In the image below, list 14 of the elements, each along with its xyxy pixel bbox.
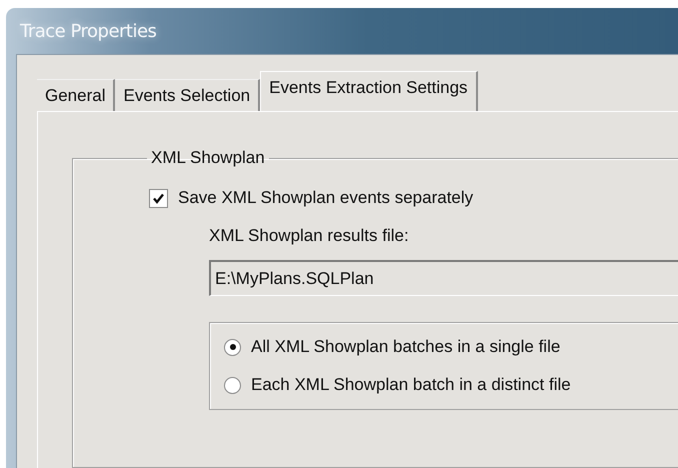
group-title: XML Showplan	[150, 148, 266, 168]
field-label: XML Showplan results file:	[209, 226, 410, 246]
results-file-field[interactable]: E:\MyPlans.SQLPlan	[209, 260, 678, 296]
tab[interactable]: Events Selection	[115, 79, 260, 111]
tab[interactable]: Events Extraction Settings	[260, 71, 478, 111]
radio-button[interactable]	[224, 376, 241, 394]
checkbox-label: Save XML Showplan events separately	[178, 188, 474, 208]
radio-label: Each XML Showplan batch in a distinct file	[251, 375, 571, 395]
checkbox[interactable]	[149, 188, 168, 208]
radio-label: All XML Showplan batches in a single file	[251, 337, 560, 357]
tab[interactable]: General	[37, 79, 116, 111]
window-title: Trace Properties	[20, 20, 156, 42]
check-icon	[152, 192, 165, 204]
radio-button[interactable]	[224, 338, 241, 356]
